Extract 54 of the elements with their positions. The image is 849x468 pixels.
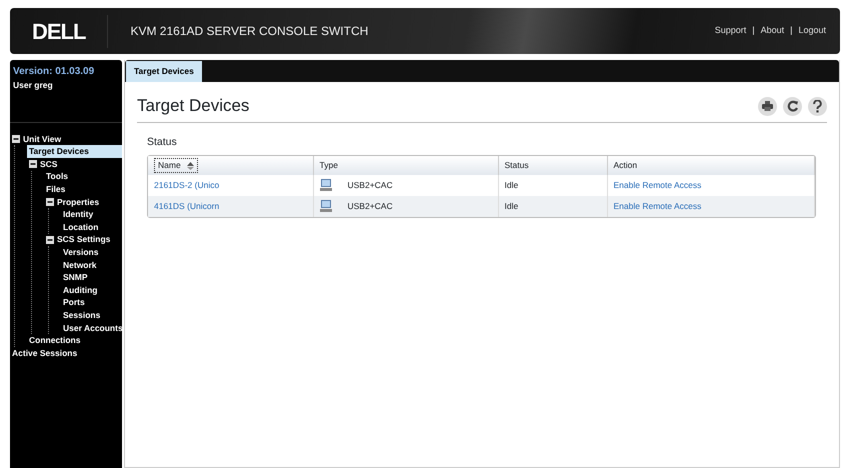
table-cell: Idle [498,196,607,217]
link-separator: | [790,24,792,38]
tree-item[interactable]: Auditing [61,284,122,296]
device-link[interactable]: 4161DS (Unicorn [154,201,220,212]
tree-item[interactable]: Connections [27,334,122,347]
header-link[interactable]: About [760,24,784,38]
section-heading: Status [147,135,178,150]
help-icon [813,100,822,113]
device-link[interactable]: 2161DS-2 (Unico [154,180,220,190]
tree-item[interactable]: Active Sessions [10,346,122,360]
computer-icon [320,179,332,192]
tree-item[interactable]: Identity [61,208,122,221]
collapse-icon[interactable] [12,135,20,144]
help-button[interactable] [808,96,827,116]
table-cell: USB2+CAC [348,200,393,213]
tree-item[interactable]: Properties [44,196,122,208]
column-header: Action [607,156,814,175]
refresh-icon [786,100,798,112]
tree-item[interactable]: Ports [61,296,122,310]
header-link[interactable]: Logout [798,24,826,38]
table-cell: USB2+CAC [348,179,393,192]
user-label: User greg [12,79,54,92]
tree-item[interactable]: SCS [27,158,122,171]
page-title: Target Devices [137,96,250,116]
table-cell: Idle [498,174,607,196]
tree-item[interactable]: Location [61,220,122,234]
print-button[interactable] [758,96,777,116]
column-header: Status [498,156,607,175]
computer-icon [320,200,332,212]
printer-icon [762,101,773,112]
header-link[interactable]: Support [714,24,746,38]
app-title: KVM 2161AD SERVER CONSOLE SWITCH [130,23,368,40]
tree-item[interactable]: Sessions [61,309,122,322]
collapse-icon[interactable] [46,198,54,206]
tree-item[interactable]: Target Devices [27,145,122,158]
tree-item[interactable]: Tools [44,170,122,184]
sort-header[interactable]: Name [154,158,198,173]
logo: DELL [32,14,108,48]
sort-icon [186,162,194,170]
tree-item[interactable]: Versions [61,246,122,259]
tree-item[interactable]: SNMP [61,271,122,284]
column-header: Type [313,156,498,175]
link-separator: | [752,24,755,38]
collapse-icon[interactable] [29,160,37,168]
refresh-button[interactable] [783,96,802,116]
action-link[interactable]: Enable Remote Access [614,180,702,190]
tab[interactable]: Target Devices [126,61,202,82]
tree-item[interactable]: SCS Settings [44,234,122,246]
version-label: Version: 01.03.09 [12,65,96,79]
tree-item[interactable]: User Accounts [61,322,122,334]
tree-item[interactable]: Network [61,258,122,272]
tree-item[interactable]: Files [44,183,122,196]
tree-item[interactable]: Unit View [10,132,122,146]
collapse-icon[interactable] [46,236,54,244]
